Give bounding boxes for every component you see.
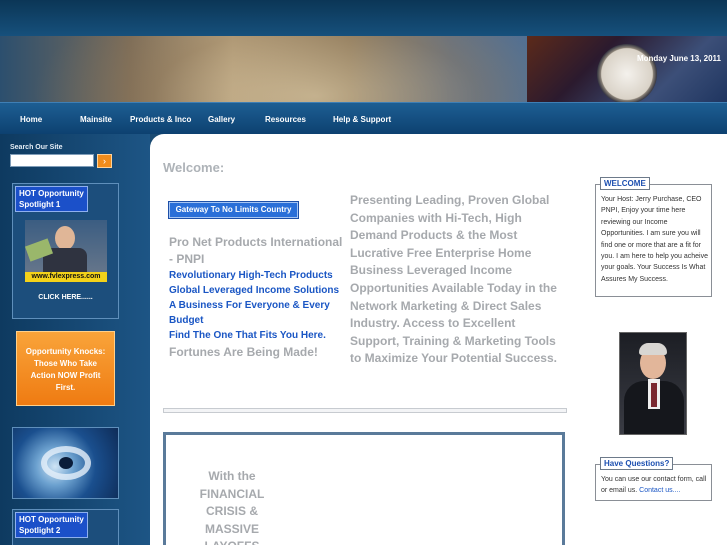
questions-box-text: You can use our contact form, call or em… bbox=[601, 474, 709, 497]
main-nav: Home Mainsite Products & Inco Gallery Re… bbox=[0, 102, 727, 134]
fortunes-tagline: Fortunes Are Being Made! bbox=[169, 345, 318, 359]
host-portrait bbox=[619, 332, 687, 435]
nav-help-support[interactable]: Help & Support bbox=[333, 115, 391, 124]
financial-crisis-frame: With the FINANCIAL CRISIS & MASSIVE LAYO… bbox=[163, 432, 565, 545]
right-sidebar: WELCOME Your Host: Jerry Purchase, CEO P… bbox=[585, 134, 727, 545]
feature-line: Find The One That Fits You Here. bbox=[169, 330, 326, 341]
welcome-box-text: Your Host: Jerry Purchase, CEO PNPI, Enj… bbox=[601, 196, 709, 283]
clock-photo bbox=[527, 36, 727, 102]
feature-line: Global Leveraged Income Solutions bbox=[169, 285, 340, 296]
spotlight-1-title-line2: Spotlight 1 bbox=[19, 200, 61, 209]
company-name: Pro Net Products International - PNPI bbox=[169, 235, 343, 266]
nav-home[interactable]: Home bbox=[20, 115, 42, 124]
woman-head bbox=[55, 226, 75, 250]
financial-crisis-text: With the FINANCIAL CRISIS & MASSIVE LAYO… bbox=[199, 469, 265, 545]
current-date: Monday June 13, 2011 bbox=[636, 54, 721, 63]
search-label: Search Our Site bbox=[10, 144, 63, 151]
portrait-tie bbox=[651, 383, 657, 407]
spotlight-1-click-here[interactable]: CLICK HERE...... bbox=[13, 294, 118, 301]
search-button[interactable]: › bbox=[97, 154, 112, 168]
feature-line: A Business For Everyone & Every Budget bbox=[169, 300, 330, 326]
nav-mainsite[interactable]: Mainsite bbox=[80, 115, 112, 124]
questions-box-title: Have Questions? bbox=[600, 457, 674, 470]
portrait-hair bbox=[639, 343, 667, 355]
nav-resources[interactable]: Resources bbox=[265, 115, 306, 124]
header-banner: Monday June 13, 2011 bbox=[0, 36, 727, 102]
eye-pupil bbox=[59, 457, 73, 469]
spotlight-1-url: www.fvlexpress.com bbox=[25, 272, 107, 282]
globe-image bbox=[30, 36, 550, 102]
page-title: Welcome: bbox=[163, 160, 225, 175]
opportunity-knocks-button[interactable]: Opportunity Knocks: Those Who Take Actio… bbox=[16, 331, 115, 406]
spotlight-2-title-line2: Spotlight 2 bbox=[19, 526, 61, 535]
gateway-button[interactable]: Gateway To No Limits Country bbox=[169, 202, 298, 218]
main-content: Welcome: Gateway To No Limits Country Pr… bbox=[150, 134, 585, 545]
search-input[interactable] bbox=[10, 154, 94, 167]
intro-column: Pro Net Products International - PNPI Re… bbox=[169, 234, 344, 361]
spotlight-1-box: HOT Opportunity Spotlight 1 www.fvlexpre… bbox=[12, 183, 119, 319]
left-sidebar: Search Our Site › HOT Opportunity Spotli… bbox=[0, 134, 150, 545]
contact-link[interactable]: Contact us.... bbox=[639, 487, 680, 494]
spotlight-1-title: HOT Opportunity Spotlight 1 bbox=[15, 186, 88, 212]
welcome-box-title: WELCOME bbox=[600, 177, 650, 190]
nav-products[interactable]: Products & Inco bbox=[130, 115, 191, 124]
top-band bbox=[0, 0, 727, 36]
spotlight-1-image[interactable]: www.fvlexpress.com bbox=[25, 220, 107, 282]
content-divider bbox=[163, 408, 567, 413]
feature-line: Revolutionary High-Tech Products bbox=[169, 270, 333, 281]
spotlight-1-title-line1: HOT Opportunity bbox=[19, 189, 84, 198]
clock-icon bbox=[597, 44, 657, 102]
presenting-text: Presenting Leading, Proven Global Compan… bbox=[350, 193, 557, 366]
eye-image bbox=[12, 427, 119, 499]
spotlight-2-box: HOT Opportunity Spotlight 2 bbox=[12, 509, 119, 545]
spotlight-2-title-line1: HOT Opportunity bbox=[19, 515, 84, 524]
welcome-box: WELCOME Your Host: Jerry Purchase, CEO P… bbox=[595, 177, 712, 297]
nav-gallery[interactable]: Gallery bbox=[208, 115, 235, 124]
questions-box: Have Questions? You can use our contact … bbox=[595, 457, 712, 501]
spotlight-2-title: HOT Opportunity Spotlight 2 bbox=[15, 512, 88, 538]
